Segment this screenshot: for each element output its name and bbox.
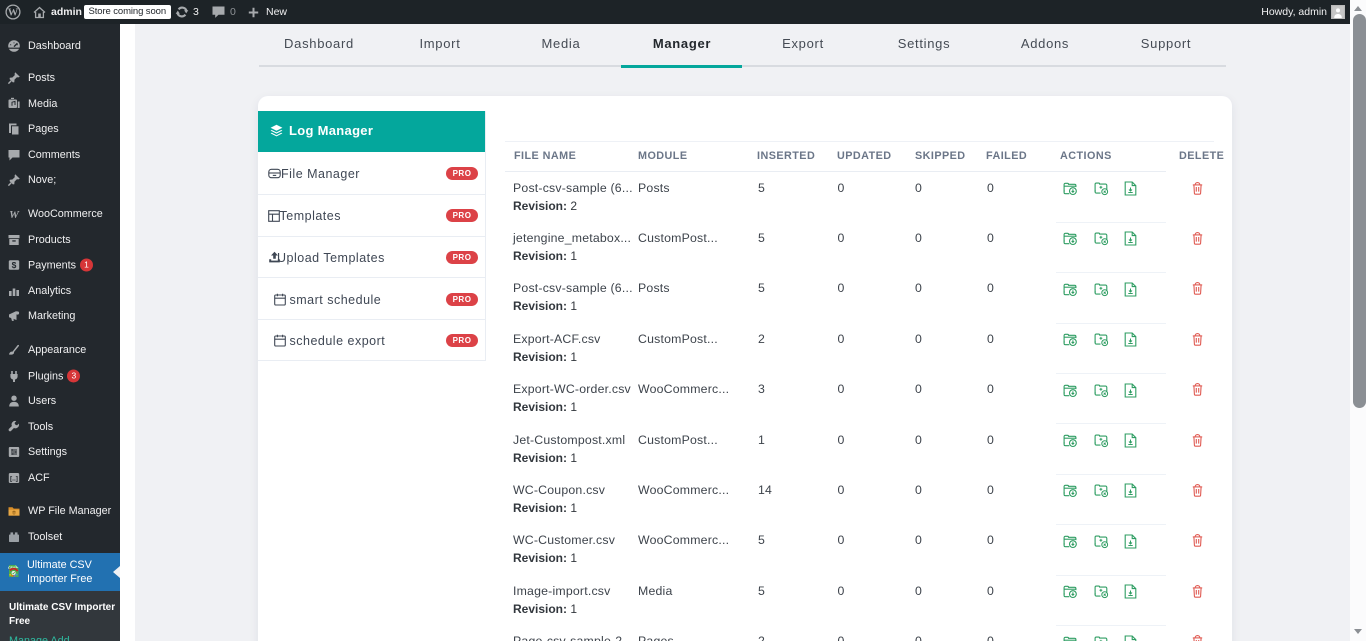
svg-text:W: W [9,209,20,221]
svg-text:W: W [8,8,19,19]
svg-text:[..]: [..] [10,476,18,483]
svg-text:$: $ [12,260,17,270]
